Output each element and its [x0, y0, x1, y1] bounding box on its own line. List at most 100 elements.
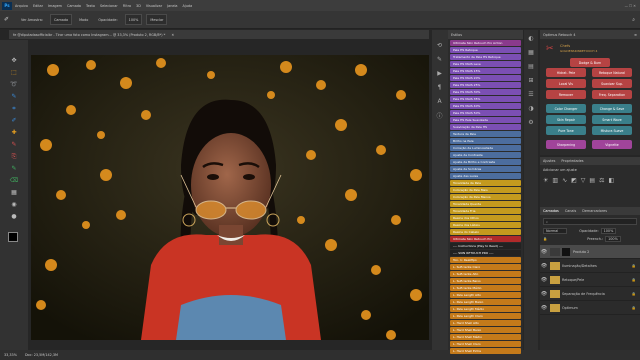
info-icon[interactable]: ⓘ — [435, 112, 444, 120]
move-tool-icon[interactable]: ✥ — [8, 56, 20, 65]
swatches-icon[interactable]: ▦ — [527, 48, 535, 56]
action-item[interactable]: L. Hard Shell Alto — [450, 320, 521, 326]
sample-select[interactable]: Camada — [50, 14, 73, 25]
action-item[interactable]: L. Suficiente Alto — [450, 271, 521, 277]
retouch-button[interactable]: Mistura Suave — [592, 126, 632, 135]
visibility-eye-icon[interactable]: 👁 — [540, 263, 548, 269]
action-item[interactable]: Tratamento de Pele HS Retoque — [450, 54, 521, 60]
menu-layer[interactable]: Camada — [67, 4, 81, 8]
color-balance-icon[interactable]: ⚖ — [599, 177, 604, 184]
action-item[interactable]: Pele HS MAIS Leve — [450, 61, 521, 67]
tab-layers[interactable]: Camadas — [543, 209, 559, 213]
action-item[interactable]: Textura da Pele — [450, 131, 521, 137]
marquee-tool-icon[interactable]: ⬚ — [8, 68, 20, 77]
retouch-button[interactable]: Skin Repair — [546, 115, 586, 124]
window-controls-icon[interactable]: — ☐ ✕ — [625, 4, 636, 8]
action-item[interactable]: Pele HS MAIS 40% — [450, 103, 521, 109]
brush-settings-icon[interactable]: ✎ — [435, 56, 444, 63]
levels-icon[interactable]: ▥ — [552, 177, 558, 184]
visibility-eye-icon[interactable]: 👁 — [540, 249, 548, 255]
eyedropper-tool-icon[interactable]: ✐ — [8, 116, 20, 125]
foreground-color-swatch[interactable] — [8, 232, 18, 242]
action-item[interactable]: L. Suficiente Baixo — [450, 278, 521, 284]
lasso-tool-icon[interactable]: ➰ — [8, 80, 20, 89]
layer-row[interactable]: 👁 Produto 2 — [540, 245, 640, 259]
action-item[interactable]: L. Hard Shell Médio — [450, 334, 521, 340]
tab-properties[interactable]: Propriedades — [561, 159, 583, 163]
crop-tool-icon[interactable]: ⌗ — [8, 104, 20, 113]
hue-saturation-icon[interactable]: ▤ — [589, 177, 595, 184]
layer-mask-thumbnail[interactable] — [562, 247, 570, 256]
action-item[interactable]: Coloração da Pele Mais — [450, 187, 521, 193]
tab-paths[interactable]: Demarcadores — [582, 209, 607, 213]
menu-select[interactable]: Selecionar — [100, 4, 118, 8]
action-item[interactable]: L. Suficiente Médio — [450, 285, 521, 291]
action-item[interactable]: L. Suficiente Claro — [450, 264, 521, 270]
action-item[interactable]: L. Hard Shell Extra — [450, 348, 521, 354]
patterns-icon[interactable]: ⊞ — [527, 76, 535, 84]
retouch-button[interactable]: Color Changer — [546, 104, 586, 113]
spot-heal-tool-icon[interactable]: ✚ — [8, 128, 20, 137]
action-item[interactable]: Pele HS MAIS 30% — [450, 89, 521, 95]
tab-channels[interactable]: Canais — [565, 209, 576, 213]
menu-type[interactable]: Texto — [86, 4, 95, 8]
action-item[interactable]: Pele HS MAIS 20% — [450, 75, 521, 81]
eyedropper-icon[interactable]: ✐ — [4, 16, 14, 23]
visibility-eye-icon[interactable]: 👁 — [540, 291, 548, 297]
vibrance-icon[interactable]: ▽ — [581, 177, 586, 184]
document-tab[interactable]: fe @diputadasofficialbr - Tirar uma foto… — [9, 30, 429, 39]
action-item[interactable]: Ultimate Skin Retouch Pro — [450, 236, 521, 242]
opacity-input[interactable]: 100% — [600, 228, 617, 234]
properties-icon[interactable]: ⚙ — [527, 118, 535, 126]
action-item[interactable]: Pele HS MAIS 25% — [450, 82, 521, 88]
curves-icon[interactable]: ∿ — [562, 177, 567, 184]
retouch-button[interactable]: Dodge & Burn — [570, 58, 610, 67]
libraries-icon[interactable]: ☰ — [527, 90, 535, 98]
history-icon[interactable]: ⟲ — [435, 42, 444, 49]
character-icon[interactable]: A — [435, 98, 444, 105]
action-item[interactable]: L. Pele Length Claro — [450, 313, 521, 319]
layer-row[interactable]: 👁 Separação de Frequência 🔒 — [540, 287, 640, 301]
action-item[interactable]: Realce do Cabelo — [450, 229, 521, 235]
retouch-button[interactable]: Pure Tone — [546, 126, 586, 135]
action-item[interactable]: Realce dos Lábios — [450, 222, 521, 228]
retouch-button[interactable]: Remover — [546, 90, 586, 99]
layer-filter[interactable]: ⌕ — [543, 218, 637, 225]
action-item[interactable]: Tonalidade Quente — [450, 201, 521, 207]
action-item[interactable]: Ultimate Skin Retouch Pro Action — [450, 40, 521, 46]
action-item[interactable]: Tonalidade da Pele — [450, 180, 521, 186]
action-item[interactable]: Realce dos Olhos — [450, 215, 521, 221]
action-item[interactable]: Pele HS MAIS 15% — [450, 68, 521, 74]
retouch-button[interactable]: Sharpening — [546, 140, 586, 149]
actions-icon[interactable]: ▶ — [435, 70, 444, 77]
menu-edit[interactable]: Editar — [33, 4, 43, 8]
action-item[interactable]: Pele HS Pele Suavizada — [450, 117, 521, 123]
black-white-icon[interactable]: ◧ — [608, 177, 614, 184]
menu-image[interactable]: Imagem — [48, 4, 62, 8]
action-item[interactable]: Ton. 1: Realifipo — [450, 257, 521, 263]
action-item[interactable]: L. Pele Length Médio — [450, 306, 521, 312]
search-icon[interactable]: ⌕ — [632, 17, 635, 23]
exposure-icon[interactable]: ◩ — [571, 177, 577, 184]
opacity-input[interactable]: 100% — [124, 14, 143, 25]
panel-menu-icon[interactable]: ≡ — [634, 33, 637, 37]
action-item[interactable]: Ajuste das Luzes — [450, 173, 521, 179]
brush-tool-icon[interactable]: ✎ — [8, 140, 20, 149]
adjustments-icon[interactable]: ◑ — [527, 104, 535, 112]
action-item[interactable]: ---- Instructions (Play to Read) ---- — [450, 243, 521, 249]
menu-file[interactable]: Arquivo — [15, 4, 28, 8]
document-canvas[interactable] — [31, 55, 429, 340]
retouch-button[interactable]: Change & Save — [592, 104, 632, 113]
action-item[interactable]: L. Pele Length Alto — [450, 292, 521, 298]
lock-icon[interactable]: 🔒 — [543, 237, 547, 241]
action-item[interactable]: Suavização da Pele HS — [450, 124, 521, 130]
paragraph-icon[interactable]: ¶ — [435, 84, 444, 91]
action-item[interactable]: Correção de Luminosidade — [450, 145, 521, 151]
retouch-button[interactable]: Smart Wave — [592, 115, 632, 124]
menu-3d[interactable]: 3D — [136, 4, 141, 8]
menu-window[interactable]: Janela — [167, 4, 177, 8]
action-item[interactable]: Pele HS Retoque — [450, 47, 521, 53]
history-brush-tool-icon[interactable]: ✎ — [8, 164, 20, 173]
retouch-button[interactable]: Retoque Natural — [592, 68, 632, 77]
retouch-button[interactable]: Hidrat. Pele — [546, 68, 586, 77]
